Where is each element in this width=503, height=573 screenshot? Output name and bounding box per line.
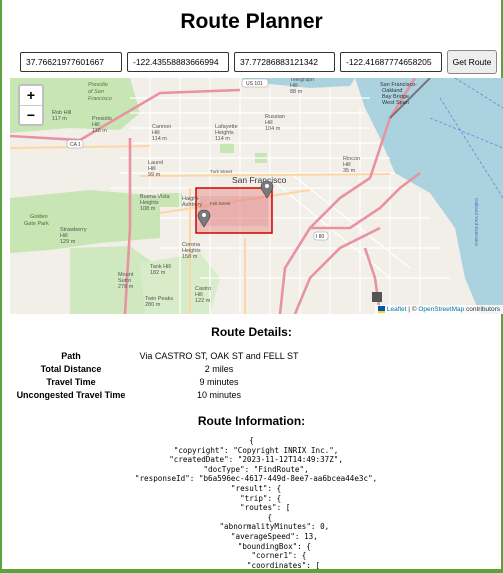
svg-text:99 m: 99 m (148, 172, 161, 178)
map-attribution: Leaflet | © OpenStreetMap contributors (374, 304, 503, 314)
attribution-contributors: contributors (464, 306, 500, 313)
window-edge-bottom (0, 569, 503, 573)
detail-value: Via CASTRO ST, OAK ST and FELL ST (139, 350, 299, 361)
detail-row-travel-time: Travel Time 9 minutes (10, 375, 306, 388)
svg-text:104 m: 104 m (265, 126, 281, 132)
detail-label: Total Distance (40, 363, 102, 374)
detail-row-path: Path Via CASTRO ST, OAK ST and FELL ST (10, 349, 306, 362)
detail-value: 9 minutes (199, 376, 239, 387)
zoom-out-button[interactable]: − (20, 105, 42, 125)
svg-text:Francisco: Francisco (88, 96, 112, 102)
svg-text:278 m: 278 m (118, 284, 134, 290)
svg-text:108 m: 108 m (140, 206, 156, 212)
svg-text:117 m: 117 m (52, 116, 67, 122)
openstreetmap-link[interactable]: OpenStreetMap (418, 306, 464, 313)
svg-text:Oakland Yard Extension: Oakland Yard Extension (474, 198, 479, 247)
zoom-control: + − (18, 84, 44, 126)
detail-label: Path (61, 350, 81, 361)
svg-text:129 m: 129 m (60, 239, 76, 245)
map-tiles[interactable]: Presidio of San Francisco Rob Hill117 m … (10, 78, 503, 314)
detail-label: Travel Time (46, 376, 96, 387)
end-latitude-input[interactable] (234, 52, 335, 72)
route-details-heading: Route Details: (211, 325, 292, 339)
svg-text:Turk Street: Turk Street (210, 169, 233, 174)
svg-text:118 m: 118 m (92, 128, 107, 134)
detail-row-uncongested-time: Uncongested Travel Time 10 minutes (10, 388, 306, 401)
route-details-table: Path Via CASTRO ST, OAK ST and FELL ST T… (10, 349, 306, 401)
svg-text:122 m: 122 m (195, 298, 211, 304)
svg-text:88 m: 88 m (290, 89, 303, 95)
end-longitude-input[interactable] (340, 52, 442, 72)
svg-text:Presidio: Presidio (88, 82, 108, 88)
route-json-output: { "copyright": "Copyright INRIX Inc.", "… (134, 436, 378, 569)
route-information-heading: Route Information: (197, 414, 306, 428)
svg-text:Gate Park: Gate Park (24, 221, 49, 227)
lafayette-park (220, 143, 234, 153)
route-map[interactable]: Presidio of San Francisco Rob Hill 117 m … (10, 78, 503, 314)
svg-text:114 m: 114 m (152, 136, 167, 142)
leaflet-link[interactable]: Leaflet (387, 306, 407, 313)
zoom-in-button[interactable]: + (20, 86, 42, 105)
get-route-button[interactable]: Get Route (447, 50, 497, 74)
svg-text:182 m: 182 m (150, 270, 166, 276)
svg-text:of San: of San (88, 89, 104, 95)
detail-value: 2 miles (204, 363, 234, 374)
ukraine-flag-icon (377, 305, 385, 313)
start-latitude-input[interactable] (20, 52, 122, 72)
detail-row-distance: Total Distance 2 miles (10, 362, 306, 375)
map-marker-square (372, 292, 382, 302)
page-title: Route Planner (180, 10, 323, 33)
start-longitude-input[interactable] (127, 52, 229, 72)
svg-text:CA 1: CA 1 (70, 142, 81, 148)
svg-text:280 m: 280 m (145, 302, 161, 308)
svg-text:35 m: 35 m (343, 168, 356, 174)
svg-text:114 m: 114 m (215, 136, 230, 142)
svg-text:Fell Street: Fell Street (210, 201, 231, 206)
svg-text:Ashbury: Ashbury (182, 202, 202, 208)
svg-text:San Francisco: San Francisco (232, 175, 287, 185)
detail-label: Uncongested Travel Time (16, 389, 126, 400)
svg-text:I 80: I 80 (316, 234, 325, 240)
svg-text:158 m: 158 m (182, 254, 198, 260)
attribution-separator: | © (406, 306, 419, 313)
svg-text:US 101: US 101 (246, 81, 263, 87)
svg-text:Golden: Golden (30, 214, 48, 220)
svg-text:West Span: West Span (382, 100, 409, 106)
detail-value: 10 minutes (196, 389, 242, 400)
